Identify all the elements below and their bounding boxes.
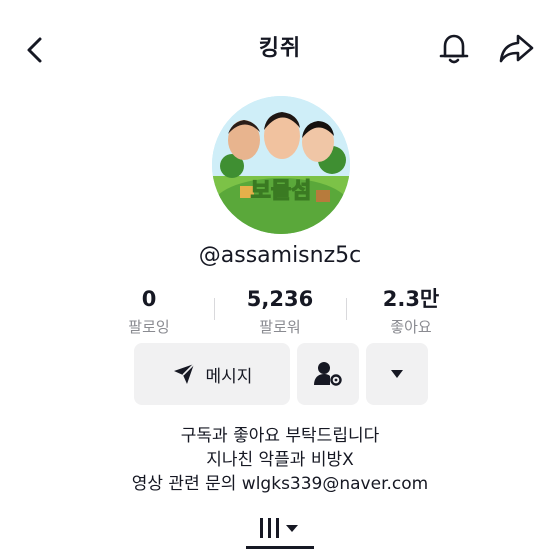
share-button[interactable] (496, 30, 536, 66)
likes-label: 좋아요 (390, 318, 432, 336)
bio-line: 지나친 악플과 비방X (206, 450, 354, 470)
stat-followers[interactable]: 5,236 팔로워 (210, 286, 350, 337)
likes-count: 2.3만 (382, 287, 440, 311)
grid-lines-icon (260, 518, 298, 538)
following-label: 팔로잉 (128, 318, 170, 336)
page-title: 킹쥐 (258, 36, 302, 61)
notification-button[interactable] (436, 30, 472, 66)
bell-icon (439, 34, 469, 64)
followers-label: 팔로워 (259, 318, 301, 336)
bio-line: 구독과 좋아요 부탁드립니다 (180, 426, 380, 446)
active-tab-indicator (246, 546, 314, 549)
stat-following[interactable]: 0 팔로잉 (79, 286, 219, 337)
share-arrow-icon (499, 34, 534, 63)
send-icon (173, 363, 195, 384)
tab-videos[interactable] (257, 515, 305, 541)
message-button-label: 메시지 (205, 366, 253, 387)
user-settings-icon (314, 362, 342, 386)
following-count: 0 (141, 287, 157, 311)
caret-down-icon (391, 370, 403, 378)
more-options-button[interactable] (366, 343, 428, 405)
username: @assamisnz5c (198, 243, 362, 268)
friend-settings-button[interactable] (297, 343, 359, 405)
message-button[interactable]: 메시지 (134, 343, 290, 405)
bio-line: 영상 관련 문의 wlgks339@naver.com (131, 474, 429, 494)
followers-count: 5,236 (246, 287, 314, 311)
stat-likes[interactable]: 2.3만 좋아요 (341, 286, 481, 337)
avatar-caption: 보물섬 (251, 179, 312, 204)
avatar[interactable]: 보물섬 (212, 96, 350, 234)
